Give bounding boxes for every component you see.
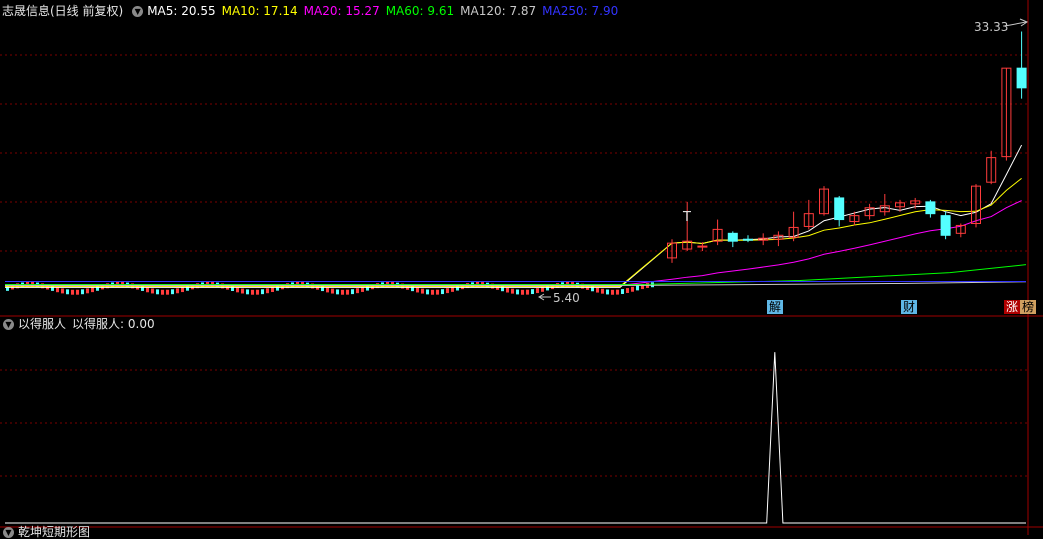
history-candle (326, 287, 329, 293)
history-candle (601, 288, 604, 294)
history-candle (76, 289, 79, 295)
high-price-label: 33.33 (974, 20, 1009, 34)
history-candle (351, 289, 354, 295)
history-candle (426, 289, 429, 295)
history-candle (241, 288, 244, 294)
history-candle (611, 289, 614, 295)
history-candle (91, 287, 94, 293)
ma20-label: MA20: 15.27 (303, 4, 380, 18)
candle-body (940, 215, 951, 236)
main-panel-header: 志晟信息(日线 前复权) ▼ MA5: 20.55 MA10: 17.14 MA… (0, 1, 624, 21)
history-candle (266, 288, 269, 294)
history-candle (86, 288, 89, 294)
history-candle (436, 289, 439, 295)
indicator-panel-header: ▼ 以得服人 以得服人: 0.00 (0, 314, 161, 334)
history-candle (176, 288, 179, 294)
history-candle (416, 287, 419, 293)
moving-average-lines (5, 144, 1027, 288)
history-candle (616, 289, 619, 295)
stock-title: 志晟信息(日线 前复权) (2, 4, 124, 18)
chevron-down-icon[interactable]: ▼ (3, 526, 14, 538)
history-candle (506, 287, 509, 293)
kline-chart (0, 0, 1043, 535)
history-candle (81, 289, 84, 295)
history-candle (521, 289, 524, 295)
ranking-tag[interactable]: 榜 (1020, 300, 1037, 314)
history-candle (626, 288, 629, 293)
indicator-value: 以得服人: 0.00 (72, 317, 155, 331)
chevron-down-icon[interactable]: ▼ (132, 5, 144, 17)
ma5-label: MA5: 20.55 (147, 4, 216, 18)
history-candle (171, 289, 174, 295)
history-candle (331, 288, 334, 294)
chevron-down-icon[interactable]: ▼ (3, 318, 14, 330)
candle-body (697, 245, 708, 248)
history-candle (621, 289, 624, 294)
history-candle (166, 289, 169, 295)
candle-body (925, 201, 936, 215)
ma60-label: MA60: 9.61 (385, 4, 455, 18)
history-candle (421, 288, 424, 294)
history-candle (596, 287, 599, 293)
ma10-line (5, 177, 1022, 287)
history-candle (261, 289, 264, 295)
candles (667, 31, 1027, 263)
ma10-label: MA10: 17.14 (221, 4, 298, 18)
candle-body (727, 232, 738, 242)
grid-lines (0, 54, 1028, 477)
history-candle (446, 288, 449, 294)
candle-body (1016, 67, 1027, 89)
history-candle (526, 289, 529, 295)
history-candle (251, 289, 254, 295)
ma250-label: MA250: 7.90 (542, 4, 619, 18)
history-candle (151, 288, 154, 294)
oscillator-line (5, 352, 1026, 524)
history-candle (631, 286, 634, 292)
t-marker: T (683, 210, 691, 225)
history-candle (256, 289, 259, 295)
history-candle (161, 289, 164, 295)
history-candle (66, 289, 69, 295)
low-price-label: 5.40 (553, 291, 580, 305)
history-candle (511, 288, 514, 294)
history-candle (516, 289, 519, 295)
indicator-title: 以得服人 (18, 317, 67, 331)
history-candle (146, 287, 149, 293)
history-candle (56, 287, 59, 293)
history-candle (341, 289, 344, 295)
history-candle (346, 289, 349, 295)
history-candle (336, 289, 339, 295)
event-tag-finance[interactable]: 财 (901, 300, 918, 314)
footer-panel-header: ▼ 乾坤短期形图 (0, 525, 96, 539)
history-candle (536, 288, 539, 294)
history-candle (636, 285, 639, 291)
candle-body (834, 197, 845, 221)
history-candle (71, 289, 74, 295)
history-candle (61, 288, 64, 294)
oscillator-series-line (5, 352, 1026, 524)
history-candle (651, 282, 654, 288)
history-candle (441, 289, 444, 295)
history-candle (236, 287, 239, 293)
history-candle (356, 288, 359, 294)
candle-body (743, 238, 753, 241)
limit-up-tag[interactable]: 涨 (1004, 300, 1021, 314)
footer-title: 乾坤短期形图 (18, 525, 91, 539)
event-tag-unlock[interactable]: 解 (767, 300, 784, 314)
history-candle (431, 289, 434, 295)
history-candle (531, 289, 534, 295)
ma120-label: MA120: 7.87 (460, 4, 537, 18)
history-candle (156, 289, 159, 295)
history-candle (606, 289, 609, 295)
history-candle (246, 289, 249, 295)
